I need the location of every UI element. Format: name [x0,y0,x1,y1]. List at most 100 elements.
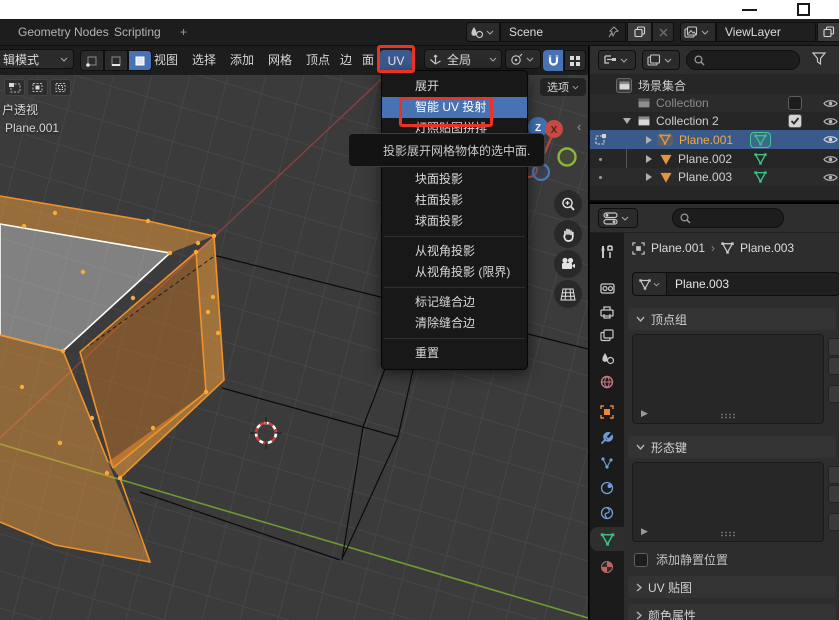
zoom-button[interactable] [554,190,582,218]
menu-add[interactable]: 添加 [226,46,258,75]
orthographic-toggle-button[interactable] [554,280,582,308]
menu-item-cube-projection[interactable]: 块面投影 [382,169,527,190]
mesh-name-field[interactable]: Plane.003 [632,272,839,296]
collapse-triangle-icon[interactable] [623,118,631,124]
options-dropdown[interactable]: 选项 [540,78,586,96]
menu-item-unwrap[interactable]: 展开 [382,76,527,97]
list-resize-grip[interactable] [720,531,736,537]
menu-view[interactable]: 视图 [150,46,182,75]
tab-object[interactable] [590,400,624,424]
face-select-mode-button[interactable] [128,50,152,71]
pivot-point-dropdown[interactable] [505,49,541,69]
eye-icon[interactable] [823,154,838,165]
tab-material[interactable] [590,555,624,579]
view-layer-name-field[interactable]: ViewLayer [716,22,816,42]
eye-icon[interactable] [823,116,838,127]
pan-button[interactable] [554,220,582,248]
add-workspace-button[interactable]: + [174,19,193,46]
shape-keys-list[interactable]: ▶ [632,462,824,542]
eye-icon[interactable] [823,98,838,109]
tab-world[interactable] [590,370,624,394]
shape-key-specials-button[interactable] [828,513,839,531]
breadcrumb-data[interactable]: Plane.003 [740,241,794,255]
mesh-name-icon-dropdown[interactable] [633,273,667,295]
vertex-groups-panel-header[interactable]: 顶点组 [628,308,836,330]
vertex-group-add-button[interactable] [828,338,839,356]
outliner-row-collection-2[interactable]: Collection 2 [590,112,839,130]
sidebar-collapse-arrow[interactable]: ‹ [577,119,581,134]
vertex-select-mode-button[interactable] [80,50,104,71]
vertex-groups-list[interactable]: ▶ [632,334,824,424]
shape-keys-panel-header[interactable]: 形态键 [628,436,836,458]
select-set-button[interactable] [4,79,25,96]
tab-output[interactable] [590,300,624,324]
pin-icon[interactable] [607,26,619,38]
collection-2-exclude-checkbox[interactable] [788,114,802,128]
menu-item-reset[interactable]: 重置 [382,343,527,364]
outliner-filter-button[interactable] [812,52,828,66]
outliner-search-input[interactable] [686,50,800,70]
tab-particles[interactable] [590,451,624,475]
select-extend-button[interactable] [27,79,48,96]
menu-item-clear-seam[interactable]: 清除缝合边 [382,313,527,334]
outliner-display-mode-dropdown[interactable] [598,50,636,70]
menu-item-cylinder-projection[interactable]: 柱面投影 [382,190,527,211]
delete-scene-button[interactable] [652,22,674,42]
shape-key-add-button[interactable] [828,466,839,484]
scene-type-dropdown[interactable] [466,22,500,42]
mesh-data-icon[interactable] [754,153,767,165]
expand-triangle-icon[interactable] [645,136,653,144]
window-maximize-button[interactable] [797,3,810,16]
camera-view-button[interactable] [554,250,582,278]
select-subtract-button[interactable] [50,79,71,96]
proportional-editing-button[interactable] [564,50,586,71]
mesh-data-icon-active[interactable] [750,132,771,148]
menu-item-project-from-view[interactable]: 从视角投影 [382,241,527,262]
outliner-row-scene-collection[interactable]: 场景集合 [590,76,839,94]
outliner-row-plane-003[interactable]: Plane.003 [590,168,839,186]
shape-key-remove-button[interactable] [828,485,839,503]
mesh-data-icon[interactable] [754,171,767,183]
tab-object-data[interactable] [590,527,624,551]
menu-vertex[interactable]: 顶点 [302,46,334,75]
vertex-group-specials-button[interactable] [828,385,839,403]
edge-select-mode-button[interactable] [104,50,128,71]
editor-type-dropdown[interactable] [598,208,638,228]
list-expand-arrow[interactable]: ▶ [641,526,648,537]
tab-view-layer[interactable] [590,323,624,347]
eye-icon[interactable] [823,134,838,145]
add-rest-position-checkbox[interactable] [634,553,648,567]
menu-edge[interactable]: 边 [336,46,356,75]
color-attributes-panel-header[interactable]: 颜色属性 [628,604,836,620]
list-resize-grip[interactable] [720,413,736,419]
tab-render[interactable] [590,276,624,300]
expand-triangle-icon[interactable] [645,173,653,181]
uv-maps-panel-header[interactable]: UV 贴图 [628,576,836,598]
eye-icon[interactable] [823,172,838,183]
tab-modifiers[interactable] [590,426,624,450]
new-scene-button[interactable] [627,22,652,42]
collection-exclude-checkbox[interactable] [788,96,802,110]
menu-item-mark-seam[interactable]: 标记缝合边 [382,292,527,313]
outliner-row-plane-002[interactable]: Plane.002 [590,150,839,168]
workspace-tab-scripting[interactable]: Scripting [108,19,167,46]
tab-tool[interactable] [590,240,624,264]
outliner-row-plane-001[interactable]: Plane.001 [590,130,839,149]
menu-select[interactable]: 选择 [188,46,220,75]
tab-physics[interactable] [590,476,624,500]
scene-name-field[interactable]: Scene [500,22,626,42]
window-minimize-button[interactable] [742,9,757,11]
vertex-group-remove-button[interactable] [828,357,839,375]
menu-face[interactable]: 面 [358,46,378,75]
workspace-tab-geometry-nodes[interactable]: Geometry Nodes [12,19,115,46]
mode-dropdown[interactable]: 辑模式 [0,49,74,69]
view-layer-type-dropdown[interactable] [680,22,716,42]
tab-constraints[interactable] [590,501,624,525]
menu-item-sphere-projection[interactable]: 球面投影 [382,211,527,232]
tab-scene[interactable] [590,346,624,370]
menu-item-project-from-view-bounds[interactable]: 从视角投影 (限界) [382,262,527,283]
outliner-filter-type-dropdown[interactable] [642,50,680,70]
properties-search-input[interactable] [672,208,784,228]
outliner-row-collection[interactable]: Collection [590,94,839,112]
breadcrumb-object[interactable]: Plane.001 [651,241,705,255]
